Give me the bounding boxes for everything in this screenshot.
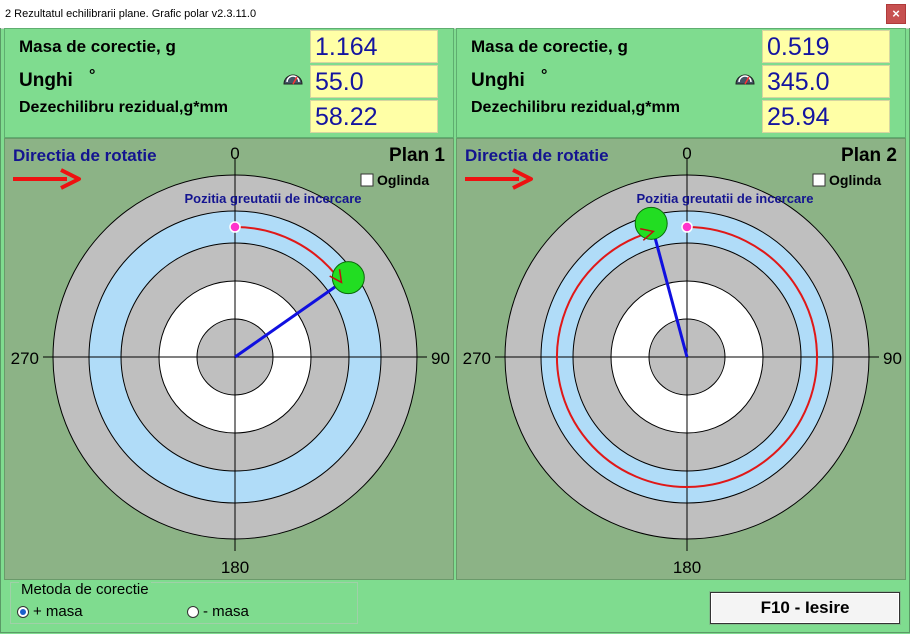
minus-mass-radio-dot[interactable] [187, 605, 199, 618]
tick-label-90: 90 [883, 349, 902, 368]
tick-label-270: 270 [463, 349, 491, 368]
tick-label-90: 90 [431, 349, 450, 368]
minus-mass-radio[interactable]: - masa [187, 603, 249, 620]
tick-label-270: 270 [11, 349, 39, 368]
plus-mass-radio[interactable]: + masa [17, 603, 83, 620]
trial-weight-marker [681, 221, 693, 233]
mirror-checkbox[interactable] [812, 173, 826, 187]
mirror-label: Oglinda [377, 172, 429, 188]
tick-label-0: 0 [682, 144, 691, 163]
plane2-angle-value[interactable]: 345.0 [762, 65, 890, 98]
rotation-direction-label: Directia de rotatie [465, 146, 609, 165]
correction-method-group: Metoda de corectie + masa - masa [10, 581, 358, 624]
trial-weight-marker [229, 221, 241, 233]
plane2-summary-panel: Masa de corectie, g Unghi ° Dezechilibru… [456, 28, 906, 138]
plane1-summary-panel: Masa de corectie, g Unghi ° Dezechilibru… [4, 28, 454, 138]
correction-method-legend: Metoda de corectie [19, 581, 151, 598]
plane2-angle-unit: ° [541, 67, 548, 84]
rotation-direction-label: Directia de rotatie [13, 146, 157, 165]
mirror-checkbox[interactable] [360, 173, 374, 187]
plane1-angle-unit: ° [89, 67, 96, 84]
plane-label: Plan 1 [389, 145, 445, 166]
plane1-angle-label: Unghi [19, 70, 73, 91]
plane2-residual-value: 25.94 [762, 100, 890, 133]
gauge-icon[interactable] [735, 73, 755, 85]
tick-label-0: 0 [230, 144, 239, 163]
plane1-mass-value: 1.164 [310, 30, 438, 63]
plus-mass-label: + masa [33, 603, 83, 620]
plane1-residual-value: 58.22 [310, 100, 438, 133]
plane2-mass-label: Masa de corectie, g [471, 37, 628, 56]
plane2-residual-label: Dezechilibru rezidual,g*mm [471, 99, 680, 116]
tick-label-180: 180 [221, 558, 249, 577]
window-title: 2 Rezultatul echilibrarii plane. Grafic … [5, 8, 257, 20]
correction-weight-marker [634, 206, 668, 240]
tick-label-180: 180 [673, 558, 701, 577]
correction-weight-marker [331, 261, 365, 295]
plus-mass-radio-dot[interactable] [17, 605, 29, 618]
trial-weight-label: Pozitia greutatii de incercare [636, 191, 813, 206]
title-bar: 2 Rezultatul echilibrarii plane. Grafic … [0, 0, 910, 29]
plane1-residual-label: Dezechilibru rezidual,g*mm [19, 99, 228, 116]
gauge-icon[interactable] [283, 73, 303, 85]
plane1-polar-svg: 0 180 90 270 Directia de rotatie Plan 1 Oglind… [11, 144, 450, 577]
exit-button[interactable]: F10 - Iesire [710, 592, 900, 624]
close-button[interactable]: × [886, 4, 906, 24]
trial-weight-label: Pozitia greutatii de incercare [184, 191, 361, 206]
plane1-angle-value[interactable]: 55.0 [310, 65, 438, 98]
plane1-polar-plot: 0 180 90 270 Directia de rotatie Plan 1 Oglind… [4, 138, 454, 580]
plane2-angle-label: Unghi [471, 70, 525, 91]
minus-mass-label: - masa [203, 603, 249, 620]
plane2-mass-value: 0.519 [762, 30, 890, 63]
plane1-mass-label: Masa de corectie, g [19, 37, 176, 56]
plane2-polar-plot: 0 180 90 270 Directia de rotatie Plan 2 Oglind… [456, 138, 906, 580]
mirror-label: Oglinda [829, 172, 881, 188]
plane2-polar-svg: 0 180 90 270 Directia de rotatie Plan 2 Oglind… [463, 144, 902, 577]
plane-label: Plan 2 [841, 145, 897, 166]
